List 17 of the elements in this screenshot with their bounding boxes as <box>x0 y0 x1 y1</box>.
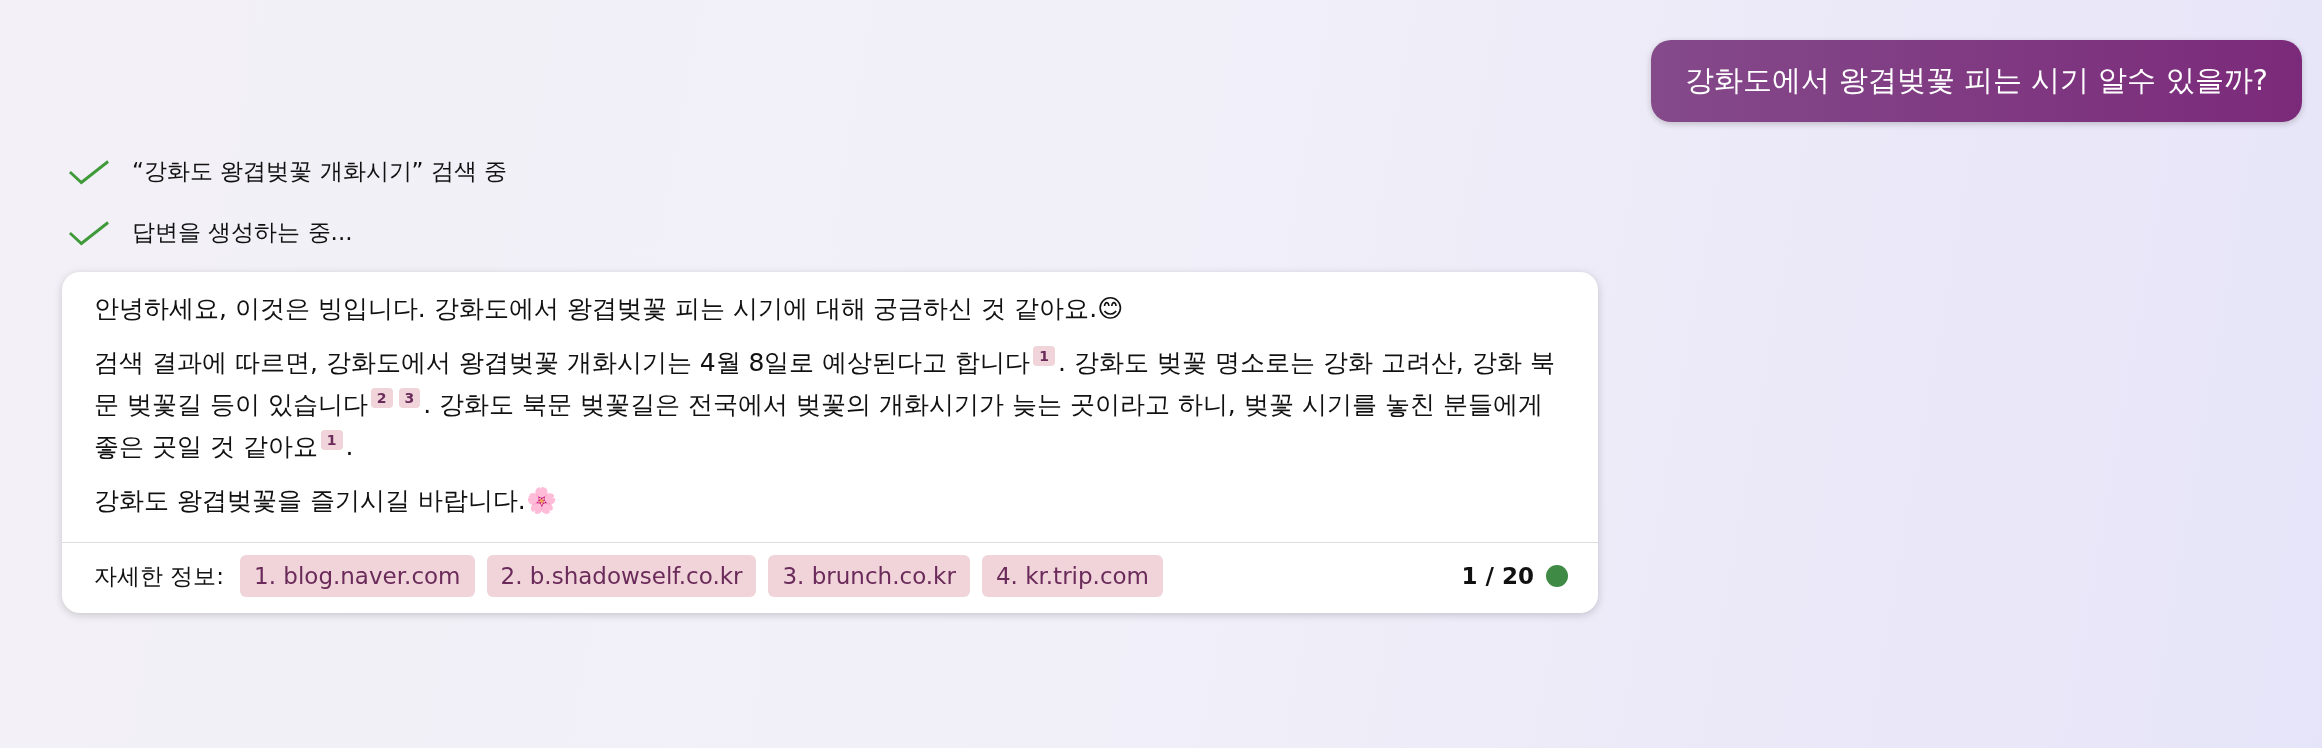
source-link[interactable]: 2. b.shadowself.co.kr <box>486 555 757 597</box>
citation-link[interactable]: 2 <box>370 388 393 408</box>
citation-link[interactable]: 1 <box>1033 346 1056 366</box>
answer-paragraph: 강화도 왕겹벚꽃을 즐기시길 바랍니다.🌸 <box>94 485 558 517</box>
user-message-bubble: 강화도에서 왕겹벚꽃 피는 시기 알수 있을까? <box>1650 40 2302 122</box>
citation-link[interactable]: 1 <box>320 430 343 450</box>
progress-text: “강화도 왕겹벚꽃 개화시기” 검색 중 <box>132 157 508 186</box>
progress-text: 답변을 생성하는 중... <box>132 218 353 247</box>
turn-counter: 1 / 20 <box>1461 563 1534 589</box>
source-link[interactable]: 3. brunch.co.kr <box>768 555 970 597</box>
answer-paragraph: 검색 결과에 따르면, 강화도에서 왕겹벚꽃 개화시기는 4월 8일로 예상된다고 합니다 1 . 강화도 벚꽃 명소로는 강화 고려산, 강화 북문 벚꽃길 등이 있습니다 2 3 . 강화도 북문 벚꽃길은 전국에서 벚꽃의 개화시기가 늦는 곳이라고 하니, 벚꽃 시기를 놓친 분들에게 좋은 곳일 것 같아요 1 . <box>94 345 1556 463</box>
citation-link[interactable]: 3 <box>398 388 421 408</box>
answer-paragraph: 안녕하세요, 이것은 빙입니다. 강화도에서 왕겹벚꽃 피는 시기에 대해 궁금하신 것 같아요.😊 <box>94 293 1125 325</box>
status-dot-icon <box>1546 565 1568 587</box>
source-link[interactable]: 4. kr.trip.com <box>981 555 1164 597</box>
source-link[interactable]: 1. blog.naver.com <box>240 555 475 597</box>
sources-label: 자세한 정보: <box>94 561 225 591</box>
